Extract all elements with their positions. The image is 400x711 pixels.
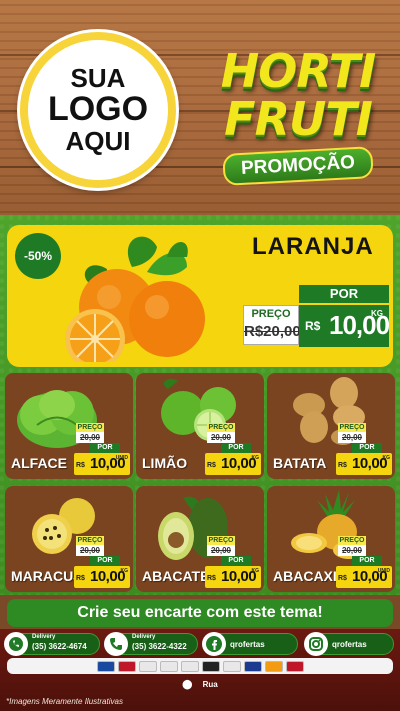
logo-line-1: SUA	[70, 62, 126, 93]
mini-old-label: PREÇO	[338, 423, 366, 432]
facebook-icon	[202, 632, 226, 656]
mini-por-label: POR	[352, 443, 382, 453]
mini-old-price: 20,00	[76, 545, 104, 556]
featured-product-name: LARANJA	[252, 233, 374, 260]
mini-old-label: PREÇO	[207, 423, 235, 432]
mini-old-label: PREÇO	[76, 536, 104, 545]
visa-card-icon	[243, 660, 262, 672]
cta-banner[interactable]: Crie seu encarte com este tema!	[7, 599, 393, 627]
price-unit: KG	[371, 309, 383, 318]
product-card-maracuja: MARACUJÁ PREÇO 20,00 POR R$ 10,00 KG	[5, 486, 133, 592]
mini-price-box: R$ 10,00 UNID	[74, 453, 130, 475]
product-name: ABACAXI	[273, 568, 337, 584]
mini-price-tag: PREÇO 20,00 POR R$ 10,00 UNID	[336, 536, 392, 588]
payment-card-icon	[201, 660, 220, 672]
mini-currency: R$	[76, 575, 85, 582]
product-card-alface: ALFACE PREÇO 20,00 POR R$ 10,00 UNID	[5, 373, 133, 479]
mini-currency: R$	[207, 462, 216, 469]
landline-phone: (35) 3622-4322	[132, 642, 187, 651]
mini-por-label: POR	[221, 443, 251, 453]
logo-line-3: AQUI	[65, 125, 131, 156]
mini-por-label: POR	[352, 556, 382, 566]
disclaimer-text: *Imagens Meramente Ilustrativas	[6, 697, 123, 706]
mini-unit: KG	[251, 455, 260, 461]
payment-card-icon	[117, 660, 136, 672]
mini-por-label: POR	[90, 443, 120, 453]
featured-price-tag: POR R$ 10,00 KG	[299, 285, 390, 347]
mini-old-price: 20,00	[207, 432, 235, 443]
payment-card-icon	[138, 660, 157, 672]
location-pin-icon: ⬤	[182, 679, 193, 689]
mini-price-tag: PREÇO 20,00 POR R$ 10,00 KG	[74, 536, 130, 588]
mini-old-price: 20,00	[76, 432, 104, 443]
product-card-abacate: ABACATE PREÇO 20,00 POR R$ 10,00 KG	[136, 486, 264, 592]
old-price-label: PREÇO	[251, 308, 291, 320]
address-text: Rua	[202, 680, 218, 689]
mini-price-box: R$ 10,00 UNID	[336, 566, 392, 588]
hipercard-icon	[285, 660, 304, 672]
mini-currency: R$	[338, 462, 347, 469]
payment-card-icon	[159, 660, 178, 672]
orange-fruit-image	[65, 236, 205, 362]
phone-icon	[104, 632, 128, 656]
facebook-handle: qrofertas	[230, 640, 265, 649]
product-name: ABACATE	[142, 568, 210, 584]
store-logo-placeholder: SUA LOGO AQUI	[20, 32, 176, 188]
payment-card-icon	[180, 660, 199, 672]
whatsapp-phone: (35) 3622-4674	[32, 642, 87, 651]
payment-methods-strip	[7, 658, 393, 674]
mini-por-label: POR	[90, 556, 120, 566]
instagram-icon	[304, 632, 328, 656]
phone-delivery-label: Delivery	[132, 634, 156, 640]
whatsapp-delivery-label: Delivery	[32, 634, 56, 640]
product-card-batata: BATATA PREÇO 20,00 POR R$ 10,00 KG	[267, 373, 395, 479]
address-line: ⬤ Rua	[0, 677, 400, 691]
product-card-limao: LIMÃO PREÇO 20,00 POR R$ 10,00 KG	[136, 373, 264, 479]
brand-word-fruti: FRUTI	[224, 92, 373, 146]
price-currency: R$	[305, 319, 321, 333]
mini-unit: KG	[120, 568, 129, 574]
payment-card-icon	[96, 660, 115, 672]
old-price-box: PREÇO R$20,00	[243, 305, 301, 345]
mini-price-box: R$ 10,00 KG	[336, 453, 392, 475]
product-name: BATATA	[273, 455, 327, 471]
mini-old-label: PREÇO	[76, 423, 104, 432]
logo-line-2: LOGO	[47, 90, 149, 129]
mini-currency: R$	[76, 462, 85, 469]
mini-currency: R$	[207, 575, 216, 582]
mini-por-label: POR	[221, 556, 251, 566]
mini-price-tag: PREÇO 20,00 POR R$ 10,00 KG	[336, 423, 392, 475]
mini-price-tag: PREÇO 20,00 POR R$ 10,00 KG	[205, 536, 261, 588]
brand-word-horti: HORTI	[220, 44, 376, 98]
mini-old-label: PREÇO	[338, 536, 366, 545]
mini-old-price: 20,00	[338, 545, 366, 556]
price-por-label: POR	[299, 285, 389, 303]
product-name: LIMÃO	[142, 455, 188, 471]
promo-badge: PROMOÇÃO	[222, 146, 374, 186]
payment-card-icon	[222, 660, 241, 672]
mini-unit: UNID	[377, 568, 390, 574]
old-price-value: R$20,00	[244, 323, 301, 340]
mini-unit: UNID	[115, 455, 128, 461]
price-box: R$ 10,00 KG	[299, 303, 390, 347]
hortifruti-brand: HORTI FRUTI PROMOÇÃO	[200, 44, 396, 186]
mini-unit: KG	[251, 568, 260, 574]
whatsapp-icon	[4, 632, 28, 656]
mini-price-box: R$ 10,00 KG	[205, 453, 261, 475]
featured-product-card: -50% LARANJA PREÇO R$20,00 POR R$ 10,00 …	[7, 225, 393, 367]
discount-badge: -50%	[15, 233, 61, 279]
mini-price-tag: PREÇO 20,00 POR R$ 10,00 UNID	[74, 423, 130, 475]
mini-price-tag: PREÇO 20,00 POR R$ 10,00 KG	[205, 423, 261, 475]
product-name: ALFACE	[11, 455, 67, 471]
mini-currency: R$	[338, 575, 347, 582]
mastercard-icon	[264, 660, 283, 672]
mini-price-box: R$ 10,00 KG	[74, 566, 130, 588]
product-card-abacaxi: ABACAXI PREÇO 20,00 POR R$ 10,00 UNID	[267, 486, 395, 592]
mini-price-box: R$ 10,00 KG	[205, 566, 261, 588]
mini-unit: KG	[382, 455, 391, 461]
mini-old-price: 20,00	[338, 432, 366, 443]
mini-old-label: PREÇO	[207, 536, 235, 545]
mini-old-price: 20,00	[207, 545, 235, 556]
instagram-handle: qrofertas	[332, 640, 367, 649]
